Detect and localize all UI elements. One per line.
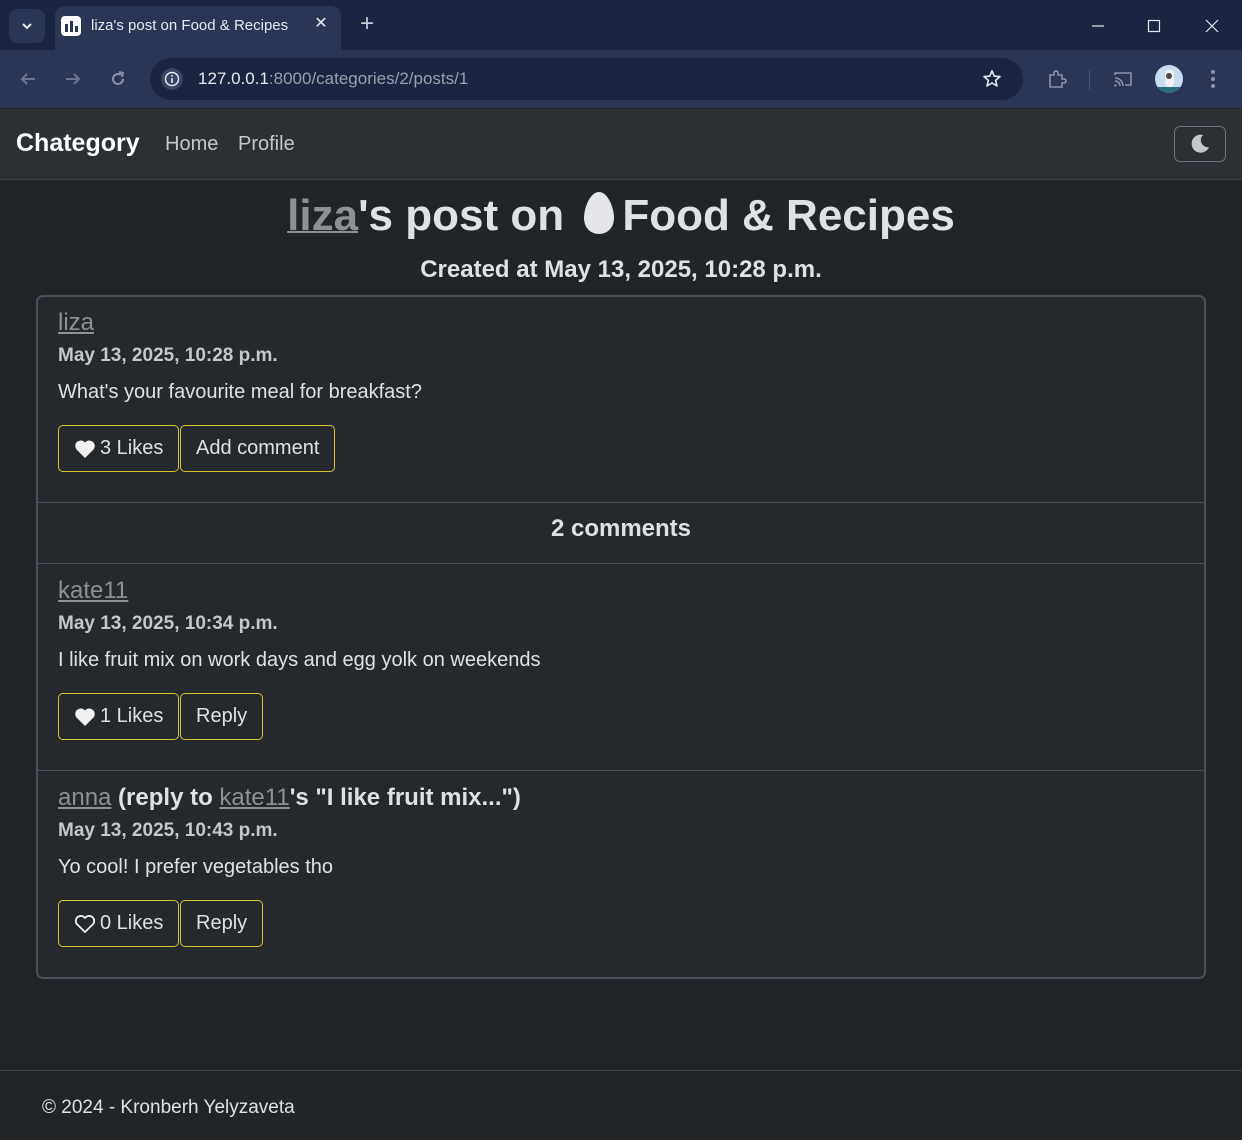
divider	[38, 770, 1204, 771]
minimize-icon	[1092, 25, 1104, 27]
chevron-down-icon	[22, 23, 32, 30]
comment-like-button[interactable]: 0 Likes	[58, 900, 180, 947]
site-navbar: Chategory Home Profile	[0, 109, 1242, 180]
egg-icon	[584, 192, 615, 234]
toolbar-separator	[1089, 70, 1090, 90]
tab-title: liza's post on Food & Recipes	[91, 17, 289, 34]
heart-outline-icon	[74, 914, 96, 933]
reload-button[interactable]	[104, 65, 132, 93]
back-button[interactable]	[14, 65, 42, 93]
comment-like-button[interactable]: 1 Likes	[58, 693, 180, 740]
comment-text: Yo cool! I prefer vegetables tho	[58, 856, 333, 878]
browser-menu-button[interactable]	[1201, 65, 1225, 93]
nav-link-profile[interactable]: Profile	[238, 133, 295, 156]
title-author-link[interactable]: liza	[287, 191, 358, 240]
add-comment-button[interactable]: Add comment	[180, 425, 336, 472]
new-tab-button[interactable]: +	[356, 12, 378, 38]
comment-text: I like fruit mix on work days and egg yo…	[58, 649, 541, 671]
tab-strip: liza's post on Food & Recipes ✕ +	[0, 0, 1242, 50]
reply-button[interactable]: Reply	[180, 900, 264, 947]
close-window-button[interactable]	[1198, 12, 1226, 40]
browser-window: liza's post on Food & Recipes ✕ + 127.0.…	[0, 0, 1242, 108]
post-date: May 13, 2025, 10:28 p.m.	[58, 345, 278, 366]
comments-count: 2 comments	[550, 515, 692, 542]
arrow-right-icon	[66, 73, 81, 85]
puzzle-icon	[1049, 70, 1067, 88]
url-text[interactable]: 127.0.0.1:8000/categories/2/posts/1	[198, 69, 468, 89]
extensions-button[interactable]	[1043, 65, 1071, 93]
theme-toggle-button[interactable]	[1174, 126, 1226, 162]
address-bar[interactable]: 127.0.0.1:8000/categories/2/posts/1	[150, 58, 1023, 100]
brand-logo[interactable]: Chategory	[16, 129, 140, 158]
page-title: liza's post on Food & Recipes	[0, 190, 1242, 241]
nav-link-home[interactable]: Home	[165, 133, 218, 156]
post-author-link[interactable]: liza	[58, 309, 94, 336]
comment-author: kate11	[58, 577, 128, 605]
cast-button[interactable]	[1109, 65, 1137, 93]
comment-author: anna (reply to kate11's "I like fruit mi…	[58, 784, 521, 812]
comment-likes-label: 0 Likes	[100, 912, 164, 934]
browser-toolbar: 127.0.0.1:8000/categories/2/posts/1	[0, 50, 1242, 108]
reply-suffix: 's "I like fruit mix...")	[289, 784, 521, 811]
active-tab[interactable]: liza's post on Food & Recipes ✕	[55, 6, 341, 50]
tab-search-button[interactable]	[9, 9, 45, 43]
close-icon	[1205, 19, 1219, 33]
post-likes-label: 3 Likes	[100, 437, 164, 459]
post-card: liza May 13, 2025, 10:28 p.m. What's you…	[36, 295, 1206, 979]
url-path: :8000/categories/2/posts/1	[268, 69, 469, 88]
title-category: Food & Recipes	[622, 191, 955, 240]
reply-button[interactable]: Reply	[180, 693, 264, 740]
heart-filled-icon	[75, 439, 95, 458]
title-text: 's post on	[358, 191, 577, 240]
bookmark-star-icon[interactable]	[980, 67, 1004, 91]
site-info-icon[interactable]	[161, 68, 183, 90]
reload-icon	[112, 71, 125, 85]
post-text: What's your favourite meal for breakfast…	[58, 381, 422, 403]
comment-date: May 13, 2025, 10:34 p.m.	[58, 613, 278, 634]
minimize-button[interactable]	[1084, 12, 1112, 40]
reply-prefix: (reply to	[111, 784, 220, 811]
footer-copyright: © 2024 - Kronberh Yelyzaveta	[42, 1097, 295, 1118]
post-like-button[interactable]: 3 Likes	[58, 425, 180, 472]
reply-to-link[interactable]: kate11	[219, 784, 289, 811]
site-favicon-icon	[61, 16, 81, 36]
arrow-left-icon	[20, 73, 35, 85]
profile-avatar[interactable]	[1155, 65, 1183, 93]
heart-filled-icon	[75, 707, 95, 726]
divider	[38, 563, 1204, 564]
forward-button[interactable]	[59, 65, 87, 93]
post-author: liza	[58, 309, 94, 337]
maximize-button[interactable]	[1140, 12, 1168, 40]
comment-author-link[interactable]: anna	[58, 784, 111, 811]
tab-close-icon[interactable]: ✕	[311, 14, 331, 34]
site-footer: © 2024 - Kronberh Yelyzaveta	[0, 1070, 1242, 1140]
divider	[38, 502, 1204, 503]
url-host: 127.0.0.1	[198, 69, 269, 88]
comment-likes-label: 1 Likes	[100, 705, 164, 727]
comment-author-link[interactable]: kate11	[58, 577, 128, 604]
created-at: Created at May 13, 2025, 10:28 p.m.	[420, 256, 822, 283]
more-vertical-icon	[1211, 70, 1215, 88]
comment-date: May 13, 2025, 10:43 p.m.	[58, 820, 278, 841]
moon-icon	[1191, 134, 1209, 153]
maximize-icon	[1147, 19, 1161, 33]
cast-icon	[1114, 72, 1132, 87]
